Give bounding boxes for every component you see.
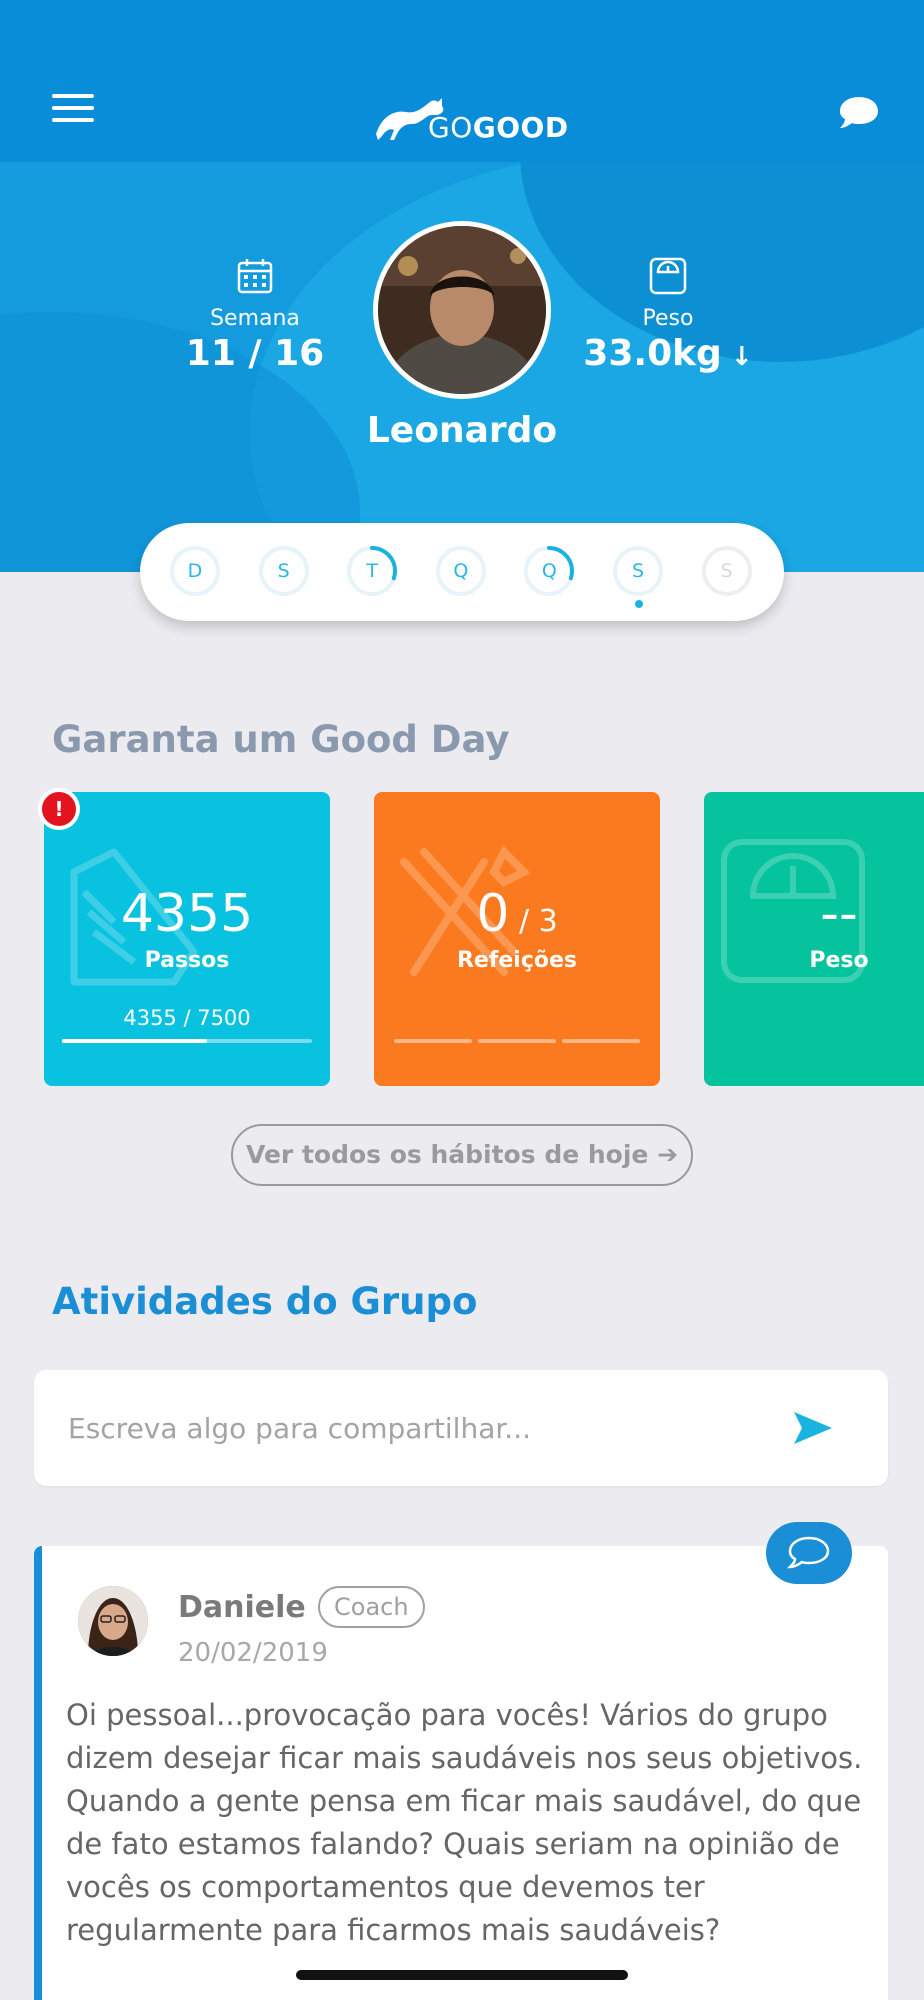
weekday-letter: D — [187, 560, 203, 582]
top-bar: GOGOOD — [0, 0, 924, 162]
weekday-1[interactable]: S — [258, 545, 310, 597]
steps-label: Passos — [144, 948, 230, 973]
meals-habit-card[interactable]: 0 / 3 Refeições — [374, 792, 660, 1086]
weekday-6[interactable]: S — [701, 545, 753, 597]
week-label: Semana — [210, 306, 300, 331]
see-all-habits-button[interactable]: Ver todos os hábitos de hoje ➔ — [231, 1124, 693, 1186]
steps-progress-bar — [62, 1039, 312, 1043]
hamburger-menu-icon[interactable] — [52, 94, 94, 122]
group-activity-title: Atividades do Grupo — [52, 1280, 478, 1323]
week-value: 11 / 16 — [185, 333, 325, 374]
scale-icon — [649, 257, 687, 295]
weekday-letter: Q — [453, 560, 469, 582]
weekday-2[interactable]: T — [346, 545, 398, 597]
weight-stat: Peso 33.0kg ↓ — [583, 256, 753, 379]
logo-good: GOOD — [472, 111, 569, 144]
weekday-5[interactable]: S — [612, 545, 664, 597]
post-text: Oi pessoal...provocação para vocês! Vári… — [66, 1698, 863, 1947]
share-composer — [34, 1370, 888, 1486]
weekday-letter: T — [366, 560, 378, 582]
weight-card-value: -- — [820, 884, 858, 944]
post-author-avatar[interactable] — [78, 1586, 148, 1656]
send-icon[interactable] — [792, 1408, 834, 1448]
post-date: 20/02/2019 — [178, 1638, 328, 1668]
selected-day-dot — [635, 600, 643, 608]
good-day-title: Garanta um Good Day — [52, 718, 510, 761]
calendar-icon — [237, 259, 273, 294]
weekday-letter: S — [631, 560, 645, 582]
weight-card-label: Peso — [809, 948, 869, 973]
weekday-letter: Q — [541, 560, 557, 582]
meals-value-row: 0 / 3 — [374, 882, 660, 954]
profile-avatar[interactable] — [373, 221, 551, 399]
arrow-down-icon: ↓ — [721, 342, 753, 372]
weekday-letter: S — [720, 560, 733, 582]
steps-habit-card[interactable]: 4355 Passos 4355 / 7500 — [44, 792, 330, 1086]
weight-habit-card[interactable]: -- Peso — [704, 792, 924, 1086]
steps-value: 4355 — [120, 884, 254, 944]
user-name: Leonardo — [366, 410, 558, 451]
logo-wordmark: GOGOOD — [428, 114, 569, 142]
group-post: Daniele Coach 20/02/2019 Oi pessoal...pr… — [34, 1546, 888, 2000]
weekday-letter: S — [277, 560, 290, 582]
weekday-0[interactable]: D — [169, 545, 221, 597]
avatar — [378, 226, 546, 394]
weekday-4[interactable]: Q — [523, 545, 575, 597]
post-author-name[interactable]: Daniele — [178, 1590, 306, 1625]
weight-value: 33.0kg — [583, 333, 722, 374]
meals-value: 0 — [476, 884, 510, 944]
week-stat: Semana 11 / 16 — [180, 256, 330, 376]
comment-button[interactable] — [766, 1522, 852, 1584]
home-indicator — [296, 1970, 628, 1980]
chat-bubble-icon[interactable] — [838, 94, 880, 130]
meals-total: / 3 — [509, 904, 558, 939]
app-logo: GOGOOD — [372, 86, 569, 142]
share-input[interactable] — [68, 1400, 768, 1456]
meal-segment — [394, 1039, 472, 1043]
weight-value-row: 33.0kg ↓ — [583, 332, 753, 379]
coach-badge: Coach — [318, 1586, 425, 1628]
weight-label: Peso — [642, 306, 694, 331]
alert-badge: ! — [38, 788, 80, 830]
comment-icon — [786, 1536, 830, 1569]
meal-segment — [478, 1039, 556, 1043]
steps-progress-fill — [62, 1039, 207, 1043]
steps-progress-text: 4355 / 7500 — [123, 1006, 251, 1030]
meal-segment — [562, 1039, 640, 1043]
logo-go: GO — [428, 111, 473, 144]
weekday-3[interactable]: Q — [435, 545, 487, 597]
meals-label: Refeições — [456, 948, 578, 973]
weekday-selector: DSTQQSS — [140, 523, 784, 621]
